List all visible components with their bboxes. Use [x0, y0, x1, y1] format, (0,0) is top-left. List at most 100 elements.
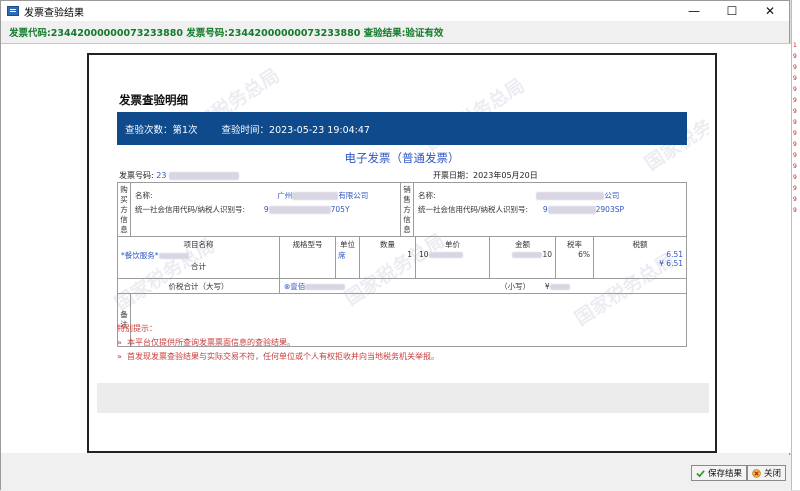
seller-vertical-char: 息 [403, 224, 411, 234]
total-values: ⊗壹佰 （小写） ¥ [280, 279, 686, 293]
check-info-bar: 查验次数：第1次 查验时间：2023-05-23 19:04:47 [117, 112, 687, 145]
seller-id-suffix: 2903SP [595, 205, 624, 214]
item-tax-col: 税额 6.51 ¥ 6.51 [594, 237, 686, 278]
redacted-block [512, 252, 543, 258]
redacted-block [536, 192, 605, 200]
edge-char: 9 [793, 152, 797, 159]
item-amount-col: 金额 10 [490, 237, 556, 278]
item-unit-value: 席 [338, 251, 346, 260]
item-qty-col: 数量 1 [360, 237, 416, 278]
seller-vertical-char: 售 [403, 194, 411, 204]
total-small-label: （小写） [500, 282, 531, 291]
buyer-name-label: 名称: [135, 191, 153, 200]
close-window-button[interactable]: ✕ [751, 1, 789, 21]
invoice-view-area[interactable]: 国家税务总局 国家税务总局 国家税务总局 国家税务总局 国家税务总局 国家税务总… [1, 43, 791, 453]
buyer-name-suffix: 有限公司 [338, 191, 369, 200]
notice-item: » 首发现发票查验结果与实际交易不符，任何单位或个人有权拒收并向当地税务机关举报… [117, 352, 439, 361]
app-icon [7, 6, 19, 16]
buyer-vertical-char: 息 [120, 224, 128, 234]
item-qty-value: 1 [407, 250, 412, 259]
items-row: 项目名称 *餐饮服务* 合计 规格型号 单位 席 数量 1 单价 10 金额 1… [118, 237, 686, 279]
item-price-col: 单价 10 [416, 237, 490, 278]
edge-char: 9 [793, 64, 797, 71]
window-title: 发票查验结果 [24, 7, 84, 19]
item-amount-line: 10 [490, 250, 555, 259]
notice-title: 特别提示： [117, 324, 157, 333]
item-rate-col: 税率 6% [556, 237, 594, 278]
maximize-button[interactable]: ☐ [713, 1, 751, 21]
edge-char: 1 [793, 42, 797, 49]
invoice-number-label: 发票号码: [119, 171, 154, 180]
verification-status-line: 发票代码:23442000000073233880 发票号码:234420000… [1, 21, 789, 43]
issue-date: 开票日期：2023年05月20日 [433, 171, 538, 180]
seller-id-label: 统一社会信用代码/纳税人识别号: [418, 205, 529, 214]
buyer-vertical-char: 买 [120, 194, 128, 204]
invoice-document: 国家税务总局 国家税务总局 国家税务总局 国家税务总局 国家税务总局 国家税务总… [87, 53, 717, 453]
total-row: 价税合计（大写） ⊗壹佰 （小写） ¥ [118, 279, 686, 294]
save-result-button[interactable]: 保存结果 [691, 465, 748, 481]
edge-char: 9 [793, 163, 797, 170]
buyer-info: 名称: 广州 有限公司 统一社会信用代码/纳税人识别号: 9 705Y [131, 183, 401, 236]
check-count: 查验次数：第1次 [125, 124, 198, 136]
result-window: 发票查验结果 — ☐ ✕ 发票代码:23442000000073233880 发… [0, 0, 791, 491]
notice-item: » 本平台仅提供所查询发票票面信息的查验结果。 [117, 338, 295, 347]
buyer-vertical-char: 购 [120, 184, 128, 194]
buyer-name-value: 广州 [277, 191, 293, 200]
edge-char: 9 [793, 108, 797, 115]
invoice-type-title: 电子发票（普通发票） [344, 151, 460, 165]
item-rate-value: 6% [578, 250, 590, 259]
redacted-block [549, 284, 570, 290]
buyer-id-label: 统一社会信用代码/纳税人识别号: [135, 205, 246, 214]
buyer-name-line: 名称: 广州 有限公司 [135, 189, 396, 203]
edge-char: 9 [793, 97, 797, 104]
item-name-col: 项目名称 *餐饮服务* 合计 [118, 237, 280, 278]
total-small-value: ¥ [544, 282, 550, 291]
seller-id-prefix: 9 [542, 205, 548, 214]
edge-char: 9 [793, 130, 797, 137]
invoice-number-value: 23 [156, 171, 167, 180]
seller-vertical-char: 销 [403, 184, 411, 194]
item-spec-col: 规格型号 [280, 237, 336, 278]
parties-row: 购 买 方 信 息 名称: 广州 有限公司 统一社会信用代码/纳税人识别号: 9… [118, 183, 686, 237]
item-price-value: 10 [419, 250, 429, 259]
save-result-label: 保存结果 [708, 469, 743, 479]
redacted-block [292, 192, 339, 200]
col-head-amount: 金额 [515, 240, 530, 249]
detail-heading: 发票查验明细 [119, 93, 188, 107]
redacted-block [547, 206, 596, 214]
seller-name-suffix: 公司 [604, 191, 620, 200]
minimize-button[interactable]: — [675, 1, 713, 21]
buyer-vertical-label: 购 买 方 信 息 [118, 183, 131, 236]
seller-info: 名称: 公司 统一社会信用代码/纳税人识别号: 9 2903SP [414, 183, 686, 236]
buyer-id-line: 统一社会信用代码/纳税人识别号: 9 705Y [135, 203, 396, 217]
buyer-vertical-char: 方 [120, 204, 128, 214]
col-head-spec: 规格型号 [292, 240, 323, 249]
edge-char: 9 [793, 141, 797, 148]
item-name-value: *餐饮服务* [121, 251, 159, 260]
total-upper-label: 价税合计（大写） [118, 279, 280, 293]
close-button[interactable]: 关闭 [747, 465, 787, 481]
edge-char: 9 [793, 174, 797, 181]
seller-vertical-label: 销 售 方 信 息 [401, 183, 414, 236]
col-head-name: 项目名称 [183, 240, 214, 249]
close-icon [752, 468, 761, 478]
subtotal-label: 合计 [191, 262, 206, 271]
redacted-block [168, 171, 239, 180]
background-window-edge: 1 9 9 9 9 9 9 9 9 9 9 9 9 9 9 9 [791, 0, 800, 490]
buyer-id-prefix: 9 [263, 205, 269, 214]
button-bar: 保存结果 关闭 [1, 455, 791, 491]
col-head-rate: 税率 [567, 240, 582, 249]
seller-name-line: 名称: 公司 [418, 189, 682, 203]
special-notice: 特别提示： » 本平台仅提供所查询发票票面信息的查验结果。 » 首发现发票查验结… [117, 322, 439, 364]
edge-char: 9 [793, 119, 797, 126]
item-tax-value: 6.51 [666, 250, 683, 259]
edge-char: 9 [793, 75, 797, 82]
seller-name-label: 名称: [418, 191, 436, 200]
edge-char: 9 [793, 53, 797, 60]
edge-char: 9 [793, 207, 797, 214]
invoice-document-inner: 国家税务总局 国家税务总局 国家税务总局 国家税务总局 国家税务总局 国家税务总… [97, 60, 709, 440]
col-head-tax: 税额 [632, 240, 648, 249]
seller-vertical-char: 信 [403, 214, 411, 224]
close-label: 关闭 [764, 469, 782, 479]
edge-char: 9 [793, 86, 797, 93]
